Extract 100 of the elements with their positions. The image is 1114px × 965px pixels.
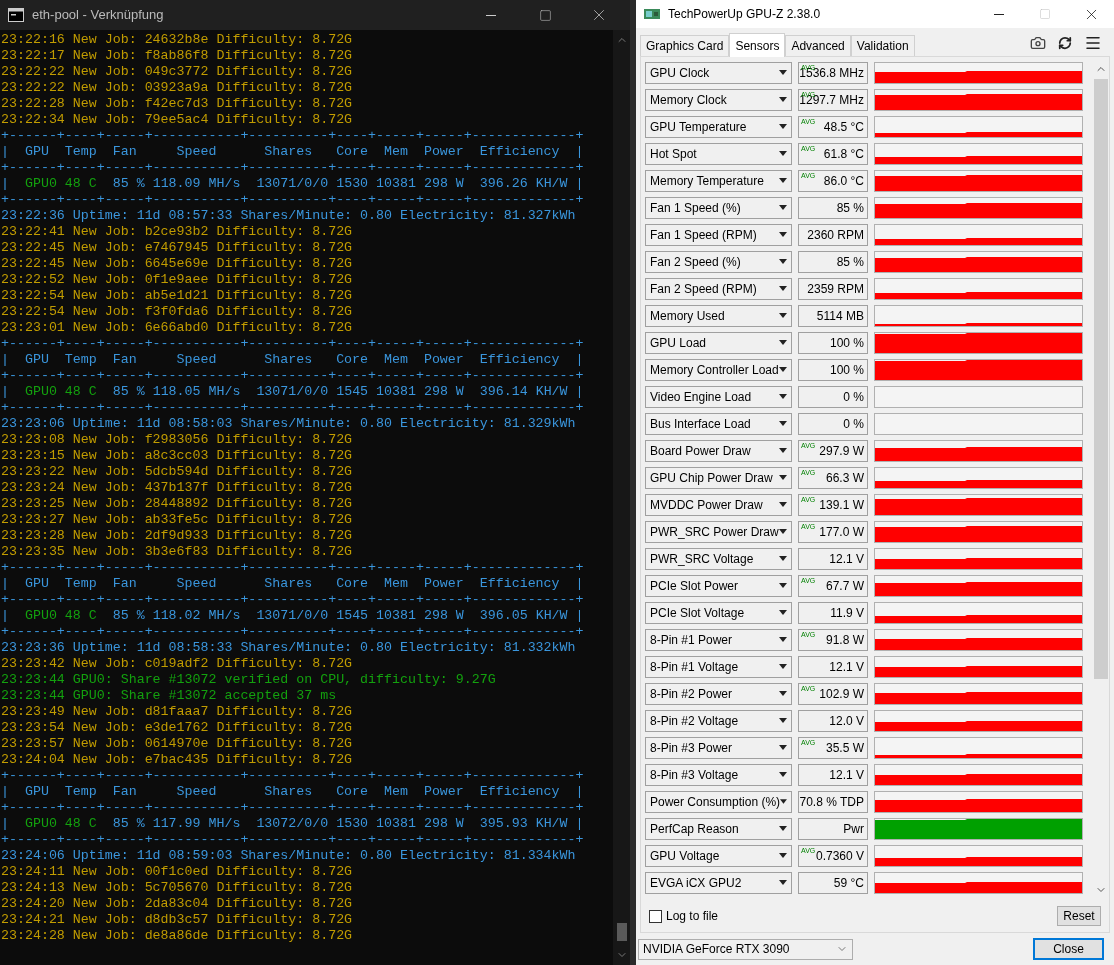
job-line: 23:24:20 New Job: 2da83c04 Difficulty: 8.72G [1, 896, 354, 912]
scroll-thumb[interactable] [616, 923, 627, 941]
job-line: 23:22:45 New Job: e7467945 Difficulty: 8.72G [1, 240, 354, 256]
sensor-dropdown[interactable]: Memory Temperature [645, 169, 792, 192]
dropdown-arrow-icon [779, 718, 787, 723]
sensor-dropdown[interactable]: PCIe Slot Voltage [645, 601, 792, 624]
close-dialog-button[interactable]: Close [1033, 938, 1104, 960]
job-line: 23:22:52 New Job: 0f1e9aee Difficulty: 8.72G [1, 272, 354, 288]
sensor-value-field: 12.1 V [798, 547, 868, 570]
camera-icon[interactable] [1030, 35, 1046, 51]
sensor-dropdown[interactable]: 8-Pin #1 Power [645, 628, 792, 651]
tab[interactable]: Sensors [729, 33, 786, 57]
sensor-dropdown[interactable]: 8-Pin #1 Voltage [645, 655, 792, 678]
job-line: 23:22:22 New Job: 049c3772 Difficulty: 8.72G [1, 64, 354, 80]
reset-button[interactable]: Reset [1057, 906, 1101, 926]
sensor-dropdown[interactable]: Memory Clock [645, 88, 792, 111]
table-line: | GPU Temp Fan Speed Shares Core Mem Power Efficiency | [1, 576, 585, 592]
job-line: 23:24:21 New Job: d8db3c57 Difficulty: 8.72G [1, 912, 354, 928]
share-line: 23:23:44 GPU0: Share #13072 verified on CPU, difficulty: 9.27G [1, 672, 497, 688]
job-line: 23:23:24 New Job: 437b137f Difficulty: 8.72G [1, 480, 354, 496]
tab[interactable]: Validation [850, 35, 915, 56]
dropdown-arrow-icon [779, 691, 787, 696]
job-line: 23:23:27 New Job: ab33fe5c Difficulty: 8.72G [1, 512, 354, 528]
sensor-dropdown[interactable]: 8-Pin #3 Voltage [645, 763, 792, 786]
table-line: +------+----+-----+-----------+----------+----+-----+-----+-------------+ [1, 624, 585, 640]
job-line: 23:23:49 New Job: d81faaa7 Difficulty: 8.72G [1, 704, 354, 720]
dropdown-arrow-icon [779, 232, 787, 237]
sensor-value-field: 2359 RPM [798, 277, 868, 300]
sensor-dropdown[interactable]: Power Consumption (%) [645, 790, 792, 813]
job-line: 23:22:22 New Job: 03923a9a Difficulty: 8.72G [1, 80, 354, 96]
sensor-dropdown[interactable]: 8-Pin #2 Voltage [645, 709, 792, 732]
dropdown-arrow-icon [779, 610, 787, 615]
dropdown-arrow-icon [779, 367, 787, 372]
sensor-value-field: 85 % [798, 196, 868, 219]
sensor-dropdown[interactable]: Memory Controller Load [645, 358, 792, 381]
sensor-dropdown[interactable]: 8-Pin #2 Power [645, 682, 792, 705]
sensor-dropdown[interactable]: GPU Chip Power Draw [645, 466, 792, 489]
job-line: 23:23:08 New Job: f2983056 Difficulty: 8.72G [1, 432, 354, 448]
sensor-dropdown[interactable]: 8-Pin #3 Power [645, 736, 792, 759]
gpu-stats-line: | GPU0 48 C 85 % 118.09 MH/s 13071/0/0 1530 10381 298 W 396.26 KH/W | [1, 176, 585, 192]
tab[interactable]: Graphics Card [640, 35, 730, 56]
sensor-dropdown[interactable]: Memory Used [645, 304, 792, 327]
sensor-value-field: 12.0 V [798, 709, 868, 732]
sensor-dropdown[interactable]: PerfCap Reason [645, 817, 792, 840]
device-select[interactable]: NVIDIA GeForce RTX 3090 [638, 938, 853, 960]
table-line: +------+----+-----+-----------+----------+----+-----+-----+-------------+ [1, 768, 585, 784]
sensor-dropdown[interactable]: EVGA iCX GPU2 [645, 871, 792, 894]
job-line: 23:24:11 New Job: 00f1c0ed Difficulty: 8.72G [1, 864, 354, 880]
dropdown-arrow-icon [779, 664, 787, 669]
share-line: 23:23:44 GPU0: Share #13072 accepted 37 ms [1, 688, 338, 704]
sensor-dropdown[interactable]: GPU Temperature [645, 115, 792, 138]
console-icon [8, 8, 24, 22]
sensor-value-field: Pwr [798, 817, 868, 840]
minimize-icon [486, 14, 496, 16]
sensor-dropdown[interactable]: Hot Spot [645, 142, 792, 165]
graphics-card-icon [644, 8, 660, 20]
sensor-dropdown[interactable]: Fan 2 Speed (%) [645, 250, 792, 273]
sensor-dropdown[interactable]: Fan 2 Speed (RPM) [645, 277, 792, 300]
sensor-dropdown[interactable]: PCIe Slot Power [645, 574, 792, 597]
dropdown-arrow-icon [779, 502, 787, 507]
table-line: +------+----+-----+-----------+----------+----+-----+-----+-------------+ [1, 128, 585, 144]
minimize-icon [994, 13, 1004, 15]
sensor-value-field: 12.1 V [798, 763, 868, 786]
dropdown-arrow-icon [779, 205, 787, 210]
sensor-dropdown[interactable]: PWR_SRC Voltage [645, 547, 792, 570]
tab[interactable]: Advanced [785, 35, 851, 56]
job-line: 23:24:13 New Job: 5c705670 Difficulty: 8.72G [1, 880, 354, 896]
status-line: 23:22:36 Uptime: 11d 08:57:33 Shares/Minute: 0.80 Electricity: 81.327kWh [1, 208, 577, 224]
log-checkbox[interactable] [649, 909, 662, 923]
maximize-icon [1039, 8, 1051, 20]
sensor-dropdown[interactable]: Board Power Draw [645, 439, 792, 462]
job-line: 23:22:28 New Job: f42ec7d3 Difficulty: 8.72G [1, 96, 354, 112]
scrollbar[interactable] [613, 30, 630, 965]
table-line: | GPU Temp Fan Speed Shares Core Mem Power Efficiency | [1, 144, 585, 160]
refresh-icon[interactable] [1058, 36, 1072, 50]
menu-icon[interactable] [1084, 34, 1102, 52]
job-line: 23:22:54 New Job: ab5e1d21 Difficulty: 8.72G [1, 288, 354, 304]
sensor-dropdown[interactable]: Video Engine Load [645, 385, 792, 408]
sensor-dropdown[interactable]: Fan 1 Speed (%) [645, 196, 792, 219]
sensor-dropdown[interactable]: Fan 1 Speed (RPM) [645, 223, 792, 246]
job-line: 23:23:35 New Job: 3b3e6f83 Difficulty: 8.72G [1, 544, 354, 560]
table-line: +------+----+-----+-----------+----------+----+-----+-----+-------------+ [1, 832, 585, 848]
job-line: 23:23:22 New Job: 5dcb594d Difficulty: 8.72G [1, 464, 354, 480]
sensor-dropdown[interactable]: GPU Load [645, 331, 792, 354]
scroll-thumb[interactable] [1093, 79, 1108, 679]
sensor-dropdown[interactable]: GPU Clock [645, 61, 792, 84]
sensor-value-field: 100 % [798, 358, 868, 381]
window-title: eth-pool - Verknüpfung [32, 6, 165, 25]
dropdown-arrow-icon [779, 124, 787, 129]
dropdown-arrow-icon [779, 286, 787, 291]
dropdown-arrow-icon [779, 745, 787, 750]
sensor-dropdown[interactable]: PWR_SRC Power Draw [645, 520, 792, 543]
job-line: 23:22:54 New Job: f3f0fda6 Difficulty: 8.72G [1, 304, 354, 320]
gpu-stats-line: | GPU0 48 C 85 % 118.02 MH/s 13071/0/0 1545 10381 298 W 396.05 KH/W | [1, 608, 585, 624]
sensor-dropdown[interactable]: GPU Voltage [645, 844, 792, 867]
sensor-dropdown[interactable]: MVDDC Power Draw [645, 493, 792, 516]
status-line: 23:23:36 Uptime: 11d 08:58:33 Shares/Minute: 0.80 Electricity: 81.332kWh [1, 640, 577, 656]
dropdown-arrow-icon [779, 340, 787, 345]
sensor-dropdown[interactable]: Bus Interface Load [645, 412, 792, 435]
status-line: 23:24:06 Uptime: 11d 08:59:03 Shares/Minute: 0.80 Electricity: 81.334kWh [1, 848, 577, 864]
